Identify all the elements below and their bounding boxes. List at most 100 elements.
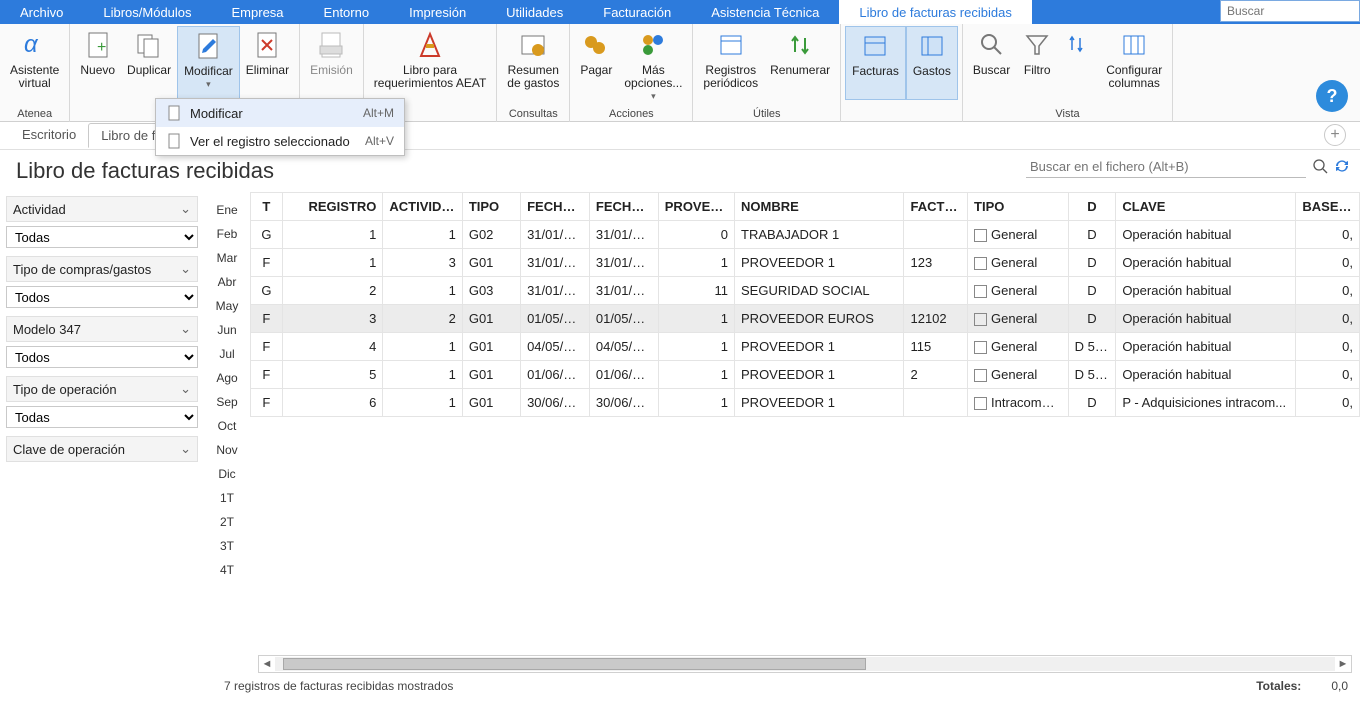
invoices-table: TREGISTROACTIVIDADTIPOFECHA ...FECHA E..… bbox=[250, 192, 1360, 417]
col-base-exent[interactable]: BASE EXENT bbox=[1296, 193, 1360, 221]
table-row[interactable]: F61G0130/06/20...30/06/20...1PROVEEDOR 1… bbox=[251, 389, 1360, 417]
month-dic[interactable]: Dic bbox=[206, 462, 248, 486]
table-row[interactable]: F51G0101/06/20...01/06/20...1PROVEEDOR 1… bbox=[251, 361, 1360, 389]
month-ene[interactable]: Ene bbox=[206, 198, 248, 222]
table-search-input[interactable] bbox=[1026, 156, 1306, 178]
filter-tipo-operacion-select[interactable]: Todas bbox=[6, 406, 198, 428]
sort-button[interactable] bbox=[1058, 26, 1100, 100]
nuevo-button[interactable]: +Nuevo bbox=[74, 26, 121, 100]
horizontal-scrollbar[interactable]: ◄ ► bbox=[258, 655, 1352, 673]
month-2t[interactable]: 2T bbox=[206, 510, 248, 534]
col-tipo[interactable]: TIPO bbox=[968, 193, 1069, 221]
col-clave[interactable]: CLAVE bbox=[1116, 193, 1296, 221]
mas-opciones-icon bbox=[638, 30, 668, 60]
add-tab-button[interactable]: + bbox=[1324, 124, 1346, 146]
month-jun[interactable]: Jun bbox=[206, 318, 248, 342]
col-proveedor[interactable]: PROVEEDOR bbox=[658, 193, 734, 221]
month-ago[interactable]: Ago bbox=[206, 366, 248, 390]
menu-facturaci-n[interactable]: Facturación bbox=[583, 0, 691, 24]
scroll-right-arrow[interactable]: ► bbox=[1335, 658, 1351, 670]
menu-asistencia-t-cnica[interactable]: Asistencia Técnica bbox=[691, 0, 839, 24]
month-nov[interactable]: Nov bbox=[206, 438, 248, 462]
filter-tipo-compras-select[interactable]: Todos bbox=[6, 286, 198, 308]
month-4t[interactable]: 4T bbox=[206, 558, 248, 582]
col-t[interactable]: T bbox=[251, 193, 283, 221]
filter-tipo-operacion-label[interactable]: Tipo de operación⌄ bbox=[6, 376, 198, 402]
facturas-toggle[interactable]: Facturas bbox=[845, 26, 906, 100]
menu-libro-de-facturas-recibidas[interactable]: Libro de facturas recibidas bbox=[839, 0, 1031, 24]
checkbox-icon[interactable] bbox=[974, 285, 987, 298]
col-fecha-e-[interactable]: FECHA E... bbox=[589, 193, 658, 221]
menu-impresi-n[interactable]: Impresión bbox=[389, 0, 486, 24]
col-factura[interactable]: FACTURA bbox=[904, 193, 968, 221]
month-feb[interactable]: Feb bbox=[206, 222, 248, 246]
dropdown-ver-registro[interactable]: Ver el registro seleccionadoAlt+V bbox=[156, 127, 404, 155]
buscar-button[interactable]: Buscar bbox=[967, 26, 1016, 100]
table-row[interactable]: G11G0231/01/20...31/01/20...0TRABAJADOR … bbox=[251, 221, 1360, 249]
col-tipo[interactable]: TIPO bbox=[462, 193, 520, 221]
eliminar-button[interactable]: Eliminar bbox=[240, 26, 295, 100]
month-jul[interactable]: Jul bbox=[206, 342, 248, 366]
menu-utilidades[interactable]: Utilidades bbox=[486, 0, 583, 24]
checkbox-icon[interactable] bbox=[974, 369, 987, 382]
registros-periodicos-button[interactable]: Registros periódicos bbox=[697, 26, 764, 100]
month-abr[interactable]: Abr bbox=[206, 270, 248, 294]
menu-entorno[interactable]: Entorno bbox=[304, 0, 390, 24]
filter-modelo-347-label[interactable]: Modelo 347⌄ bbox=[6, 316, 198, 342]
col-nombre[interactable]: NOMBRE bbox=[735, 193, 904, 221]
checkbox-icon[interactable] bbox=[974, 257, 987, 270]
cell: General bbox=[968, 277, 1069, 305]
month-mar[interactable]: Mar bbox=[206, 246, 248, 270]
pagar-button[interactable]: Pagar bbox=[574, 26, 618, 100]
col-registro[interactable]: REGISTRO bbox=[282, 193, 383, 221]
menu-archivo[interactable]: Archivo bbox=[0, 0, 83, 24]
tab-escritorio[interactable]: Escritorio bbox=[10, 123, 88, 148]
month-sep[interactable]: Sep bbox=[206, 390, 248, 414]
cell: F bbox=[251, 389, 283, 417]
table-row[interactable]: G21G0331/01/20...31/01/20...11SEGURIDAD … bbox=[251, 277, 1360, 305]
asistente-virtual-button[interactable]: αAsistente virtual bbox=[4, 26, 65, 100]
libro-aeat-button[interactable]: Libro para requerimientos AEAT bbox=[368, 26, 493, 100]
checkbox-icon[interactable] bbox=[974, 313, 987, 326]
scroll-track[interactable] bbox=[275, 657, 1335, 671]
checkbox-icon[interactable] bbox=[974, 229, 987, 242]
table-row[interactable]: F32G0101/05/20...01/05/20...1PROVEEDOR E… bbox=[251, 305, 1360, 333]
menu-libros-m-dulos[interactable]: Libros/Módulos bbox=[83, 0, 211, 24]
scroll-thumb[interactable] bbox=[283, 658, 866, 670]
col-actividad[interactable]: ACTIVIDAD bbox=[383, 193, 462, 221]
resumen-gastos-button[interactable]: Resumen de gastos bbox=[501, 26, 565, 100]
renumerar-button[interactable]: Renumerar bbox=[764, 26, 836, 100]
refresh-icon[interactable] bbox=[1334, 158, 1350, 177]
scroll-left-arrow[interactable]: ◄ bbox=[259, 658, 275, 670]
ribbon-group-title: Vista bbox=[1055, 108, 1079, 122]
cell: F bbox=[251, 361, 283, 389]
emision-button[interactable]: Emisión bbox=[304, 26, 359, 100]
month-oct[interactable]: Oct bbox=[206, 414, 248, 438]
help-button[interactable]: ? bbox=[1316, 80, 1348, 112]
filter-actividad-label[interactable]: Actividad⌄ bbox=[6, 196, 198, 222]
col-fecha-[interactable]: FECHA ... bbox=[521, 193, 590, 221]
config-columnas-button[interactable]: Configurar columnas bbox=[1100, 26, 1168, 100]
filter-clave-operacion-label[interactable]: Clave de operación⌄ bbox=[6, 436, 198, 462]
checkbox-icon[interactable] bbox=[974, 397, 987, 410]
mas-opciones-button[interactable]: Más opciones...▾ bbox=[618, 26, 688, 100]
filter-tipo-compras-label[interactable]: Tipo de compras/gastos⌄ bbox=[6, 256, 198, 282]
table-row[interactable]: F41G0104/05/20...04/05/20...1PROVEEDOR 1… bbox=[251, 333, 1360, 361]
month-may[interactable]: May bbox=[206, 294, 248, 318]
filtro-button[interactable]: Filtro bbox=[1016, 26, 1058, 100]
checkbox-icon[interactable] bbox=[974, 341, 987, 354]
col-d[interactable]: D bbox=[1068, 193, 1116, 221]
month-3t[interactable]: 3T bbox=[206, 534, 248, 558]
search-icon[interactable] bbox=[1312, 158, 1328, 177]
global-search-box[interactable] bbox=[1220, 0, 1360, 22]
menu-empresa[interactable]: Empresa bbox=[212, 0, 304, 24]
month-1t[interactable]: 1T bbox=[206, 486, 248, 510]
modificar-button[interactable]: Modificar▾ bbox=[177, 26, 240, 100]
filter-modelo-347-select[interactable]: Todos bbox=[6, 346, 198, 368]
table-row[interactable]: F13G0131/01/20...31/01/20...1PROVEEDOR 1… bbox=[251, 249, 1360, 277]
dropdown-modificar[interactable]: ModificarAlt+M bbox=[156, 99, 404, 127]
duplicar-button[interactable]: Duplicar bbox=[121, 26, 177, 100]
gastos-toggle[interactable]: Gastos bbox=[906, 26, 958, 100]
filter-actividad-select[interactable]: Todas bbox=[6, 226, 198, 248]
global-search-input[interactable] bbox=[1221, 1, 1359, 21]
